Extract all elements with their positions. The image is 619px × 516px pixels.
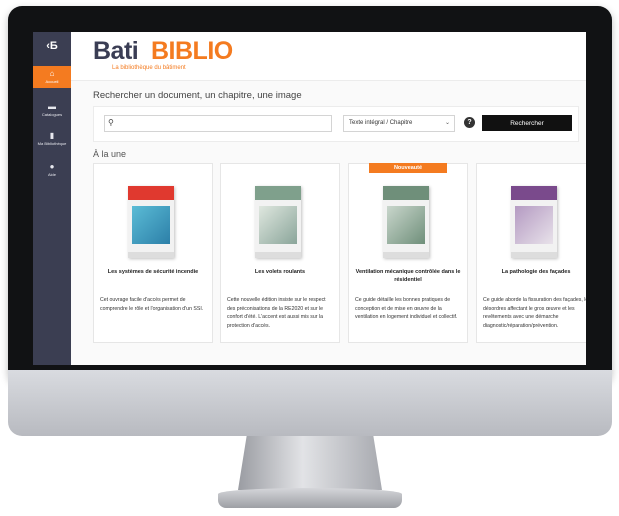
book-title[interactable]: Ventilation mécanique contrôlée dans le … bbox=[355, 268, 461, 284]
logo-biblio[interactable]: BIBLIO bbox=[151, 37, 233, 66]
book-title[interactable]: Les systèmes de sécurité incendie bbox=[100, 268, 206, 276]
monitor-base bbox=[218, 488, 402, 508]
book-cover[interactable] bbox=[128, 186, 174, 258]
monitor-frame: ‹Б ⌂ Accueil ▬ Catalogues ▮ Ma Bibliothè… bbox=[8, 6, 612, 384]
search-mode-value: Texte intégral / Chapitre bbox=[349, 120, 413, 126]
header: Bati BIBLIO La bibliothèque du bâtiment bbox=[71, 32, 586, 81]
book-description: Ce guide détaille les bonnes pratiques d… bbox=[355, 297, 458, 320]
help-icon: ● bbox=[49, 162, 55, 171]
monitor-chin bbox=[8, 370, 612, 436]
sidebar-item-label: Ma Bibliothèque bbox=[37, 141, 67, 146]
book-description: Cet ouvrage facile d'accès permet de com… bbox=[100, 297, 204, 312]
book-card[interactable]: La pathologie des façades Ce guide abord… bbox=[476, 163, 586, 343]
folder-icon: ▬ bbox=[48, 102, 56, 111]
sidebar-item-ma-bibliotheque[interactable]: ▮ Ma Bibliothèque bbox=[33, 131, 71, 146]
sidebar-item-label: Aide bbox=[47, 172, 56, 177]
book-cover[interactable] bbox=[511, 186, 557, 258]
sidebar-item-catalogues[interactable]: ▬ Catalogues bbox=[33, 102, 71, 117]
search-input[interactable] bbox=[119, 117, 324, 129]
logo-bati[interactable]: Bati bbox=[93, 37, 139, 66]
book-card[interactable]: Nouveauté Ventilation mécanique contrôlé… bbox=[348, 163, 468, 343]
chevron-down-icon: ⌄ bbox=[444, 120, 450, 126]
search-icon: ⚲ bbox=[108, 118, 114, 127]
search-heading: Rechercher un document, un chapitre, une… bbox=[93, 90, 302, 101]
book-card[interactable]: Les volets roulants Cette nouvelle éditi… bbox=[220, 163, 340, 343]
book-title[interactable]: Les volets roulants bbox=[227, 268, 333, 276]
monitor-stand bbox=[238, 436, 382, 490]
search-button[interactable]: Rechercher bbox=[482, 115, 572, 131]
sidebar-item-label: Accueil bbox=[45, 79, 59, 84]
search-panel: ⚲ Texte intégral / Chapitre ⌄ ? Recherch… bbox=[93, 106, 579, 142]
sidebar-item-aide[interactable]: ● Aide bbox=[33, 162, 71, 177]
book-title[interactable]: La pathologie des façades bbox=[483, 268, 586, 276]
new-badge: Nouveauté bbox=[369, 163, 447, 173]
logo-tagline: La bibliothèque du bâtiment bbox=[112, 65, 186, 71]
sidebar-logo[interactable]: ‹Б bbox=[33, 40, 71, 52]
sidebar-item-label: Catalogues bbox=[41, 112, 63, 117]
book-description: Cette nouvelle édition insiste sur le re… bbox=[227, 297, 326, 329]
bookmark-icon: ▮ bbox=[49, 131, 55, 140]
sidebar-item-accueil[interactable]: ⌂ Accueil bbox=[33, 66, 71, 88]
book-card[interactable]: Les systèmes de sécurité incendie Cet ou… bbox=[93, 163, 213, 343]
sidebar: ‹Б ⌂ Accueil ▬ Catalogues ▮ Ma Bibliothè… bbox=[33, 32, 71, 365]
main-content: Rechercher un document, un chapitre, une… bbox=[71, 81, 586, 365]
search-box[interactable]: ⚲ bbox=[104, 115, 332, 132]
featured-heading: À la une bbox=[93, 149, 127, 159]
search-mode-select[interactable]: Texte intégral / Chapitre ⌄ bbox=[343, 115, 455, 132]
book-description: Ce guide aborde la fissuration des façad… bbox=[483, 297, 586, 329]
home-icon: ⌂ bbox=[49, 69, 55, 78]
help-circle-icon[interactable]: ? bbox=[464, 117, 475, 128]
book-cover[interactable] bbox=[255, 186, 301, 258]
app-screen: ‹Б ⌂ Accueil ▬ Catalogues ▮ Ma Bibliothè… bbox=[33, 32, 586, 365]
book-cover[interactable] bbox=[383, 186, 429, 258]
